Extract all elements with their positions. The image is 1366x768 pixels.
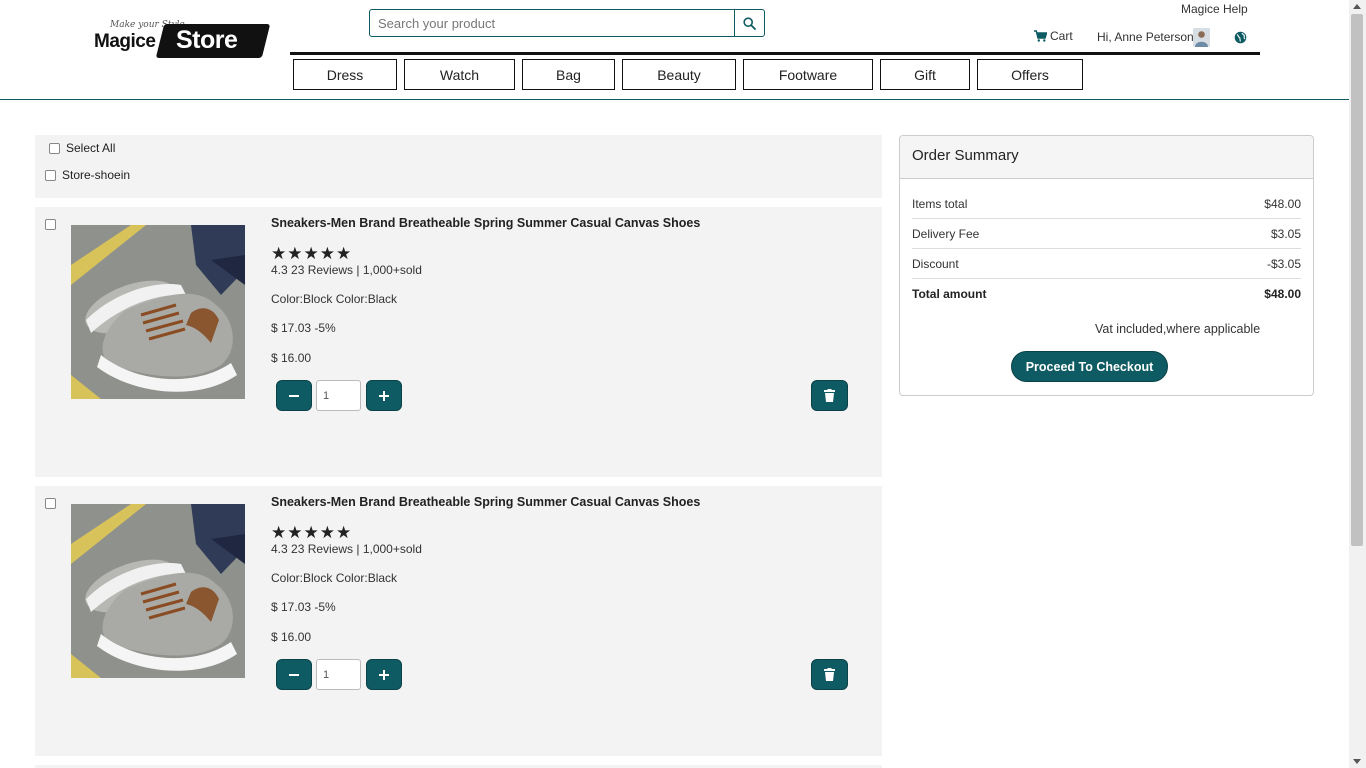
help-link[interactable]: Magice Help xyxy=(1181,2,1248,16)
product-title[interactable]: Sneakers-Men Brand Breatheable Spring Su… xyxy=(271,495,700,509)
rating-stars: ★★★★★ xyxy=(271,523,353,543)
logo-store: Store xyxy=(176,26,238,54)
avatar[interactable] xyxy=(1193,28,1210,47)
page-scrollbar[interactable] xyxy=(1349,0,1366,768)
checkout-button[interactable]: Proceed To Checkout xyxy=(1011,351,1168,382)
plus-icon xyxy=(379,390,389,401)
sneaker-image xyxy=(71,225,245,399)
nav-offers[interactable]: Offers xyxy=(977,59,1083,90)
page: Make your Style Magice Store Magice Help… xyxy=(0,0,1349,768)
vat-note: Vat included,where applicable xyxy=(1095,322,1261,336)
nav-dress[interactable]: Dress xyxy=(293,59,397,90)
delete-item-button[interactable] xyxy=(811,659,848,690)
summary-label: Delivery Fee xyxy=(912,227,980,241)
quantity-input[interactable] xyxy=(316,659,361,690)
item-checkbox[interactable] xyxy=(45,498,56,509)
search-button[interactable] xyxy=(734,9,765,37)
summary-value: -$3.05 xyxy=(1266,257,1301,271)
item-checkbox[interactable] xyxy=(45,219,56,230)
summary-row-total: Total amount $48.00 xyxy=(912,279,1301,309)
decrease-quantity-button[interactable] xyxy=(276,659,312,690)
rating-summary: 4.3 23 Reviews | 1,000+sold xyxy=(271,542,422,556)
cart-link[interactable]: Cart xyxy=(1034,29,1073,43)
product-variant: Color:Block Color:Black xyxy=(271,292,398,306)
store-logo[interactable]: Make your Style Magice Store xyxy=(94,20,271,58)
product-variant: Color:Block Color:Black xyxy=(271,571,398,585)
item-price: $ 16.00 xyxy=(271,630,312,644)
summary-row-delivery-fee: Delivery Fee $3.05 xyxy=(912,219,1301,249)
nav-bag[interactable]: Bag xyxy=(522,59,615,90)
minus-icon xyxy=(289,673,299,676)
scroll-down-arrow[interactable] xyxy=(1353,759,1361,764)
scrollbar-thumb[interactable] xyxy=(1351,14,1363,546)
store-name: Store-shoein xyxy=(62,168,131,182)
nav-divider xyxy=(290,52,1260,55)
cart-item: Sneakers-Men Brand Breatheable Spring Su… xyxy=(35,486,882,756)
language-button[interactable] xyxy=(1234,29,1247,48)
avatar-image xyxy=(1193,28,1210,47)
minus-icon xyxy=(289,394,299,397)
summary-label: Items total xyxy=(912,197,968,211)
nav-watch[interactable]: Watch xyxy=(404,59,515,90)
product-title[interactable]: Sneakers-Men Brand Breatheable Spring Su… xyxy=(271,216,700,230)
product-image[interactable] xyxy=(71,504,245,678)
order-summary-header: Order Summary xyxy=(900,136,1313,179)
rating-stars: ★★★★★ xyxy=(271,244,353,264)
selection-bar: Select All Store-shoein xyxy=(35,135,882,198)
delete-item-button[interactable] xyxy=(811,380,848,411)
search-input[interactable] xyxy=(369,9,735,37)
header: Make your Style Magice Store Magice Help… xyxy=(0,0,1349,100)
summary-label: Discount xyxy=(912,257,959,271)
original-price: $ 17.03 -5% xyxy=(271,600,336,614)
summary-row-items-total: Items total $48.00 xyxy=(912,189,1301,219)
summary-label: Total amount xyxy=(912,287,987,301)
original-price: $ 17.03 -5% xyxy=(271,321,336,335)
item-price: $ 16.00 xyxy=(271,351,312,365)
summary-value: $3.05 xyxy=(1270,227,1301,241)
product-image[interactable] xyxy=(71,225,245,399)
summary-row-discount: Discount -$3.05 xyxy=(912,249,1301,279)
nav-gift[interactable]: Gift xyxy=(880,59,970,90)
store-checkbox[interactable] xyxy=(45,170,56,181)
search-icon xyxy=(743,16,756,30)
logo-brand: Magice xyxy=(94,31,156,52)
sneaker-image xyxy=(71,504,245,678)
cart-item: Sneakers-Men Brand Breatheable Spring Su… xyxy=(35,207,882,477)
select-all-checkbox[interactable] xyxy=(49,143,60,154)
plus-icon xyxy=(379,669,389,680)
summary-value: $48.00 xyxy=(1264,197,1301,211)
order-summary-title: Order Summary xyxy=(912,147,1019,164)
scroll-up-arrow[interactable] xyxy=(1353,4,1361,9)
user-greeting[interactable]: Hi, Anne Peterson xyxy=(1097,30,1194,44)
trash-icon xyxy=(824,668,835,681)
select-all-label: Select All xyxy=(66,141,116,155)
summary-value: $48.00 xyxy=(1264,287,1301,301)
quantity-input[interactable] xyxy=(316,380,361,411)
cart-label: Cart xyxy=(1050,29,1073,43)
nav-footware[interactable]: Footware xyxy=(743,59,873,90)
decrease-quantity-button[interactable] xyxy=(276,380,312,411)
cart-icon xyxy=(1034,30,1047,42)
globe-icon xyxy=(1234,31,1247,44)
nav-beauty[interactable]: Beauty xyxy=(622,59,736,90)
rating-summary: 4.3 23 Reviews | 1,000+sold xyxy=(271,263,422,277)
trash-icon xyxy=(824,389,835,402)
increase-quantity-button[interactable] xyxy=(366,380,402,411)
order-summary: Order Summary Items total $48.00 Deliver… xyxy=(899,135,1314,396)
increase-quantity-button[interactable] xyxy=(366,659,402,690)
